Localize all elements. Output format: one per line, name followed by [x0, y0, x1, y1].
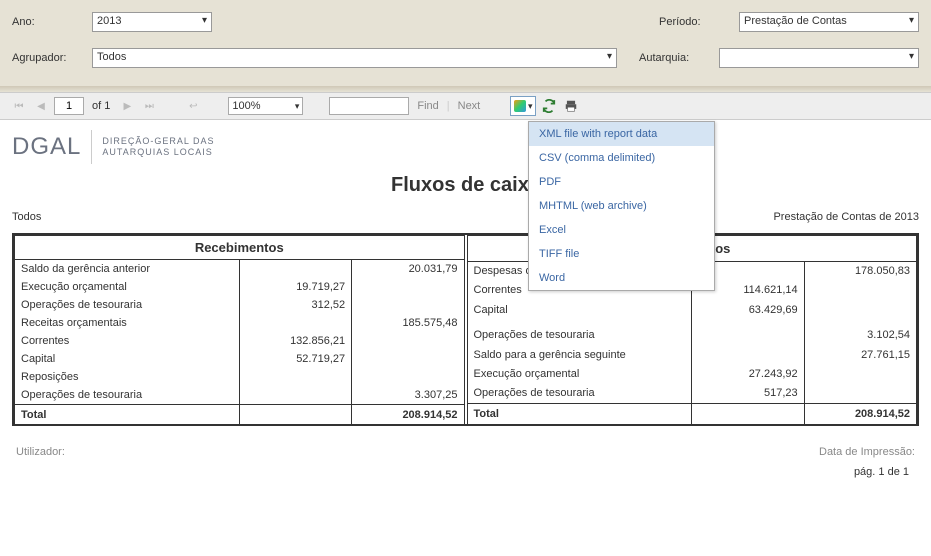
- agrupador-label: Agrupador:: [12, 52, 92, 64]
- table-row: Saldo da gerência anterior20.031,79: [15, 260, 465, 279]
- export-menu-item[interactable]: PDF: [529, 170, 714, 194]
- export-menu-item[interactable]: Excel: [529, 218, 714, 242]
- find-button[interactable]: Find: [417, 100, 438, 112]
- first-page-button[interactable]: ⏮: [10, 97, 28, 115]
- meta-periodo: Prestação de Contas de 2013: [773, 211, 919, 223]
- logo-subtitle: AUTARQUIAS LOCAIS: [102, 147, 214, 158]
- next-find-button[interactable]: Next: [458, 100, 481, 112]
- logo-text: DGAL: [12, 133, 81, 161]
- zoom-select[interactable]: 100%: [228, 97, 303, 115]
- report-title: Fluxos de caixa: [12, 174, 919, 197]
- table-row: Operações de tesouraria312,52: [15, 296, 465, 314]
- table-row: Execução orçamental19.719,27: [15, 278, 465, 296]
- export-menu-item[interactable]: XML file with report data: [529, 122, 714, 146]
- agrupador-select[interactable]: Todos: [92, 48, 617, 68]
- find-input[interactable]: [329, 97, 409, 115]
- ano-select[interactable]: 2013: [92, 12, 212, 32]
- last-page-button[interactable]: ⏭: [140, 97, 158, 115]
- print-icon: [564, 99, 578, 113]
- footer-utilizador: Utilizador:: [16, 446, 65, 458]
- table-row: Capital63.429,69: [467, 300, 917, 319]
- export-menu-item[interactable]: CSV (comma delimited): [529, 146, 714, 170]
- next-page-button[interactable]: ▶: [118, 97, 136, 115]
- table-row: Reposições: [15, 368, 465, 386]
- refresh-button[interactable]: [540, 97, 558, 115]
- export-menu-item[interactable]: Word: [529, 266, 714, 290]
- total-value: 208.914,52: [352, 405, 464, 425]
- footer-data-impressao: Data de Impressão:: [819, 446, 915, 458]
- print-button[interactable]: [562, 97, 580, 115]
- export-icon: [514, 100, 526, 112]
- export-menu-item[interactable]: TIFF file: [529, 242, 714, 266]
- export-menu-item[interactable]: MHTML (web archive): [529, 194, 714, 218]
- table-row: Capital52.719,27: [15, 350, 465, 368]
- total-value: 208.914,52: [804, 403, 916, 424]
- export-button[interactable]: [510, 96, 536, 116]
- table-row: Operações de tesouraria3.307,25: [15, 386, 465, 405]
- recebimentos-table: Recebimentos Saldo da gerência anterior2…: [14, 235, 465, 424]
- periodo-select[interactable]: Prestação de Contas: [739, 12, 919, 32]
- page-input[interactable]: [54, 97, 84, 115]
- table-row: Operações de tesouraria517,23: [467, 383, 917, 403]
- table-row: Saldo para a gerência seguinte27.761,15: [467, 345, 917, 364]
- page-of-text: of 1: [92, 100, 110, 112]
- table-row: Operações de tesouraria3.102,54: [467, 326, 917, 345]
- total-label: Total: [467, 403, 692, 424]
- periodo-label: Período:: [659, 16, 739, 28]
- autarquia-select[interactable]: [719, 48, 919, 68]
- back-parent-button[interactable]: ↩: [184, 97, 202, 115]
- page-number: pág. 1 de 1: [12, 466, 919, 478]
- logo-subtitle: DIREÇÃO-GERAL DAS: [102, 136, 214, 147]
- meta-agrupador: Todos: [12, 211, 41, 223]
- autarquia-label: Autarquia:: [639, 52, 719, 64]
- total-label: Total: [15, 405, 240, 425]
- report-toolbar: ⏮ ◀ of 1 ▶ ⏭ ↩ 100% Find | Next XML file…: [0, 92, 931, 120]
- table-row: Execução orçamental27.243,92: [467, 364, 917, 383]
- recebimentos-header: Recebimentos: [15, 236, 465, 260]
- table-row: Correntes132.856,21: [15, 332, 465, 350]
- refresh-icon: [542, 99, 556, 113]
- table-row: Receitas orçamentais185.575,48: [15, 314, 465, 332]
- export-menu: XML file with report data CSV (comma del…: [528, 121, 715, 291]
- ano-label: Ano:: [12, 16, 92, 28]
- prev-page-button[interactable]: ◀: [32, 97, 50, 115]
